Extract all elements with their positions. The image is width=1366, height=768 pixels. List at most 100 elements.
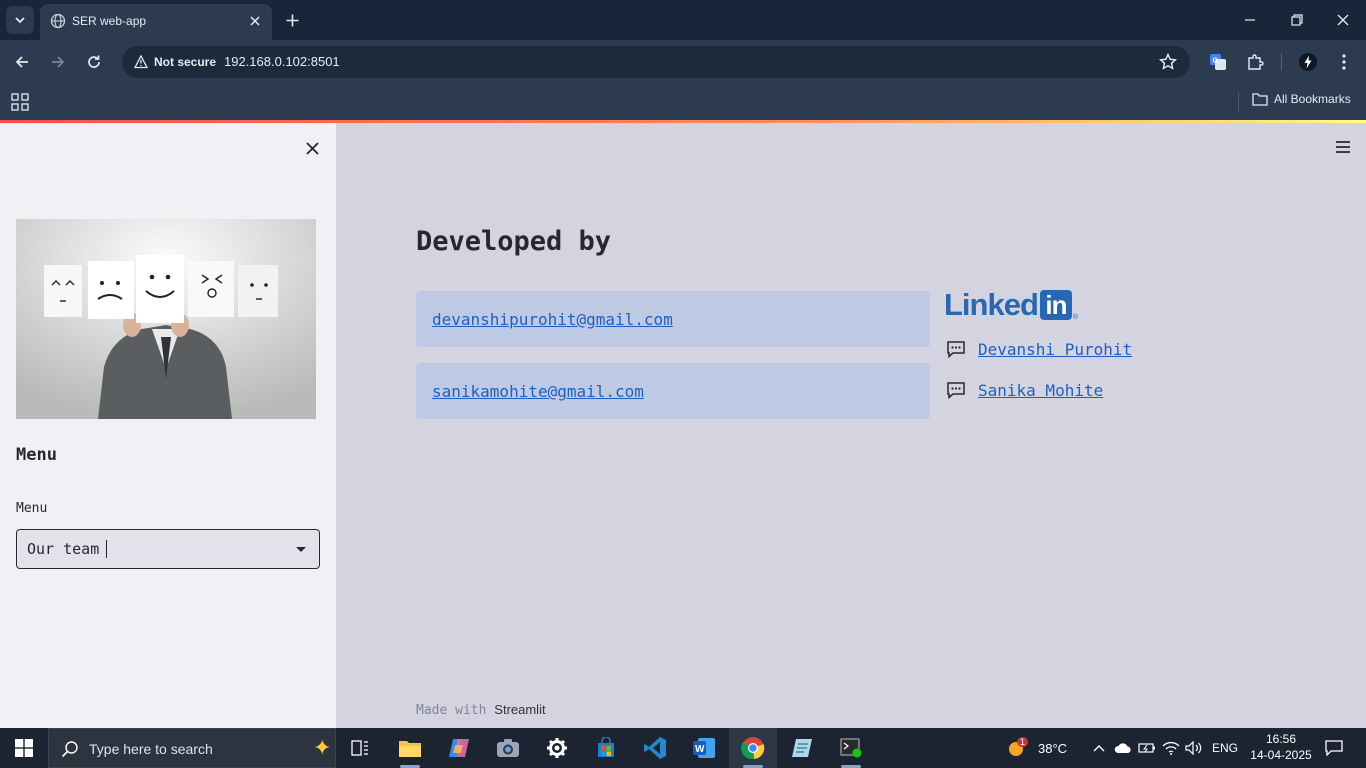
email-link[interactable]: sanikamohite@gmail.com xyxy=(432,382,644,401)
linkedin-logo-box: in xyxy=(1039,290,1072,320)
notification-icon xyxy=(1325,740,1343,756)
bookmark-star-icon[interactable] xyxy=(1158,52,1178,72)
warning-icon xyxy=(134,55,148,69)
back-button[interactable] xyxy=(12,52,32,72)
minimize-icon xyxy=(1245,19,1255,21)
copilot-button[interactable] xyxy=(435,728,483,768)
menu-select[interactable]: Our team xyxy=(16,529,320,569)
url-text: 192.168.0.102:8501 xyxy=(224,54,340,69)
tab-search-button[interactable] xyxy=(6,6,34,34)
kebab-menu-icon xyxy=(1342,54,1346,70)
email-card: devanshipurohit@gmail.com xyxy=(416,291,930,347)
language-indicator[interactable]: ENG xyxy=(1212,741,1238,755)
battery-icon[interactable] xyxy=(1138,739,1156,757)
extensions-button[interactable] xyxy=(1245,52,1265,72)
onedrive-icon[interactable] xyxy=(1114,739,1132,757)
camera-button[interactable] xyxy=(484,728,532,768)
search-placeholder: Type here to search xyxy=(89,741,213,757)
tab-close-button[interactable] xyxy=(246,12,264,30)
restore-icon xyxy=(1291,14,1303,26)
close-icon xyxy=(1337,14,1349,26)
page-title: Developed by xyxy=(416,226,612,257)
new-tab-button[interactable] xyxy=(282,10,302,30)
registered-mark: ® xyxy=(1072,314,1079,321)
all-bookmarks-button[interactable]: All Bookmarks xyxy=(1252,92,1351,106)
wifi-icon[interactable] xyxy=(1162,739,1180,757)
emotion-masks-image xyxy=(16,219,316,419)
chevron-up-icon xyxy=(1093,745,1105,752)
chevron-down-icon xyxy=(15,17,25,24)
menu-select-label: Menu xyxy=(16,501,48,516)
task-view-button[interactable] xyxy=(336,728,384,768)
restore-button[interactable] xyxy=(1287,10,1307,30)
menu-select-value: Our team xyxy=(27,540,100,558)
linkedin-logo-text: Linked xyxy=(944,287,1039,322)
hamburger-menu-icon[interactable] xyxy=(1334,138,1352,156)
toolbar-separator xyxy=(1281,53,1282,71)
file-explorer-button[interactable] xyxy=(386,728,434,768)
email-card: sanikamohite@gmail.com xyxy=(416,363,930,419)
site-info-button[interactable]: Not secure xyxy=(128,52,222,72)
security-label: Not secure xyxy=(154,55,217,69)
word-button[interactable]: W xyxy=(680,728,728,768)
profile-button[interactable] xyxy=(1298,52,1318,72)
weather-temp[interactable]: 38°C xyxy=(1038,741,1067,756)
taskbar-search[interactable]: Type here to search ✦ xyxy=(48,728,336,768)
lightning-avatar-icon xyxy=(1299,53,1317,71)
reload-button[interactable] xyxy=(84,52,104,72)
globe-icon xyxy=(50,13,66,29)
forward-button[interactable] xyxy=(48,52,68,72)
tab-title: SER web-app xyxy=(72,14,147,28)
linkedin-profile-link[interactable]: Sanika Mohite xyxy=(978,381,1103,400)
streamlit-link[interactable]: Streamlit xyxy=(494,702,545,717)
volume-icon[interactable] xyxy=(1185,739,1203,757)
chrome-button[interactable] xyxy=(729,728,777,768)
minimize-button[interactable] xyxy=(1240,10,1260,30)
clock[interactable]: 16:56 14-04-2025 xyxy=(1250,731,1312,765)
translate-icon: G xyxy=(1210,54,1226,70)
sparkle-icon: ✦ xyxy=(313,735,332,760)
puzzle-icon xyxy=(1248,54,1264,70)
google-translate-extension[interactable]: G xyxy=(1208,52,1228,72)
microsoft-store-button[interactable] xyxy=(582,728,630,768)
text-caret xyxy=(106,540,107,558)
search-icon xyxy=(61,741,78,758)
close-window-button[interactable] xyxy=(1333,10,1353,30)
folder-icon xyxy=(399,741,421,757)
cloud-icon xyxy=(1114,743,1131,753)
notifications-button[interactable] xyxy=(1324,738,1344,758)
browser-menu-button[interactable] xyxy=(1334,52,1354,72)
word-icon: W xyxy=(693,738,715,758)
store-icon xyxy=(598,737,614,757)
battery-charging-icon xyxy=(1138,743,1155,753)
camera-icon xyxy=(497,739,519,757)
folder-icon xyxy=(1252,93,1268,106)
start-button[interactable] xyxy=(0,728,48,768)
gear-icon xyxy=(547,738,567,758)
address-bar[interactable]: Not secure 192.168.0.102:8501 xyxy=(122,46,1190,78)
browser-tab-active[interactable]: SER web-app xyxy=(40,4,272,40)
task-view-icon xyxy=(351,740,368,756)
arrow-left-icon xyxy=(15,56,28,68)
chat-bubble-icon xyxy=(947,341,965,358)
speaker-icon xyxy=(1185,741,1202,755)
terminal-button[interactable] xyxy=(827,728,875,768)
apps-grid-icon[interactable] xyxy=(11,93,29,111)
show-hidden-icons-button[interactable] xyxy=(1090,739,1108,757)
close-icon xyxy=(250,16,260,26)
footer-prefix: Made with xyxy=(416,703,487,718)
linkedin-profile-link[interactable]: Devanshi Purohit xyxy=(978,340,1132,359)
email-link[interactable]: devanshipurohit@gmail.com xyxy=(432,310,673,329)
wifi-signal-icon xyxy=(1162,741,1180,755)
terminal-icon xyxy=(840,738,862,758)
notes-app-button[interactable] xyxy=(778,728,826,768)
clock-date: 14-04-2025 xyxy=(1250,748,1312,762)
contact-row: Sanika Mohite xyxy=(946,378,1103,402)
chat-bubble-icon xyxy=(947,382,965,399)
sidebar-close-button[interactable] xyxy=(302,138,322,158)
vscode-button[interactable] xyxy=(631,728,679,768)
chrome-icon xyxy=(741,737,765,760)
clock-time: 16:56 xyxy=(1265,732,1297,746)
settings-button[interactable] xyxy=(533,728,581,768)
browser-toolbar: Not secure 192.168.0.102:8501 G xyxy=(0,40,1366,84)
